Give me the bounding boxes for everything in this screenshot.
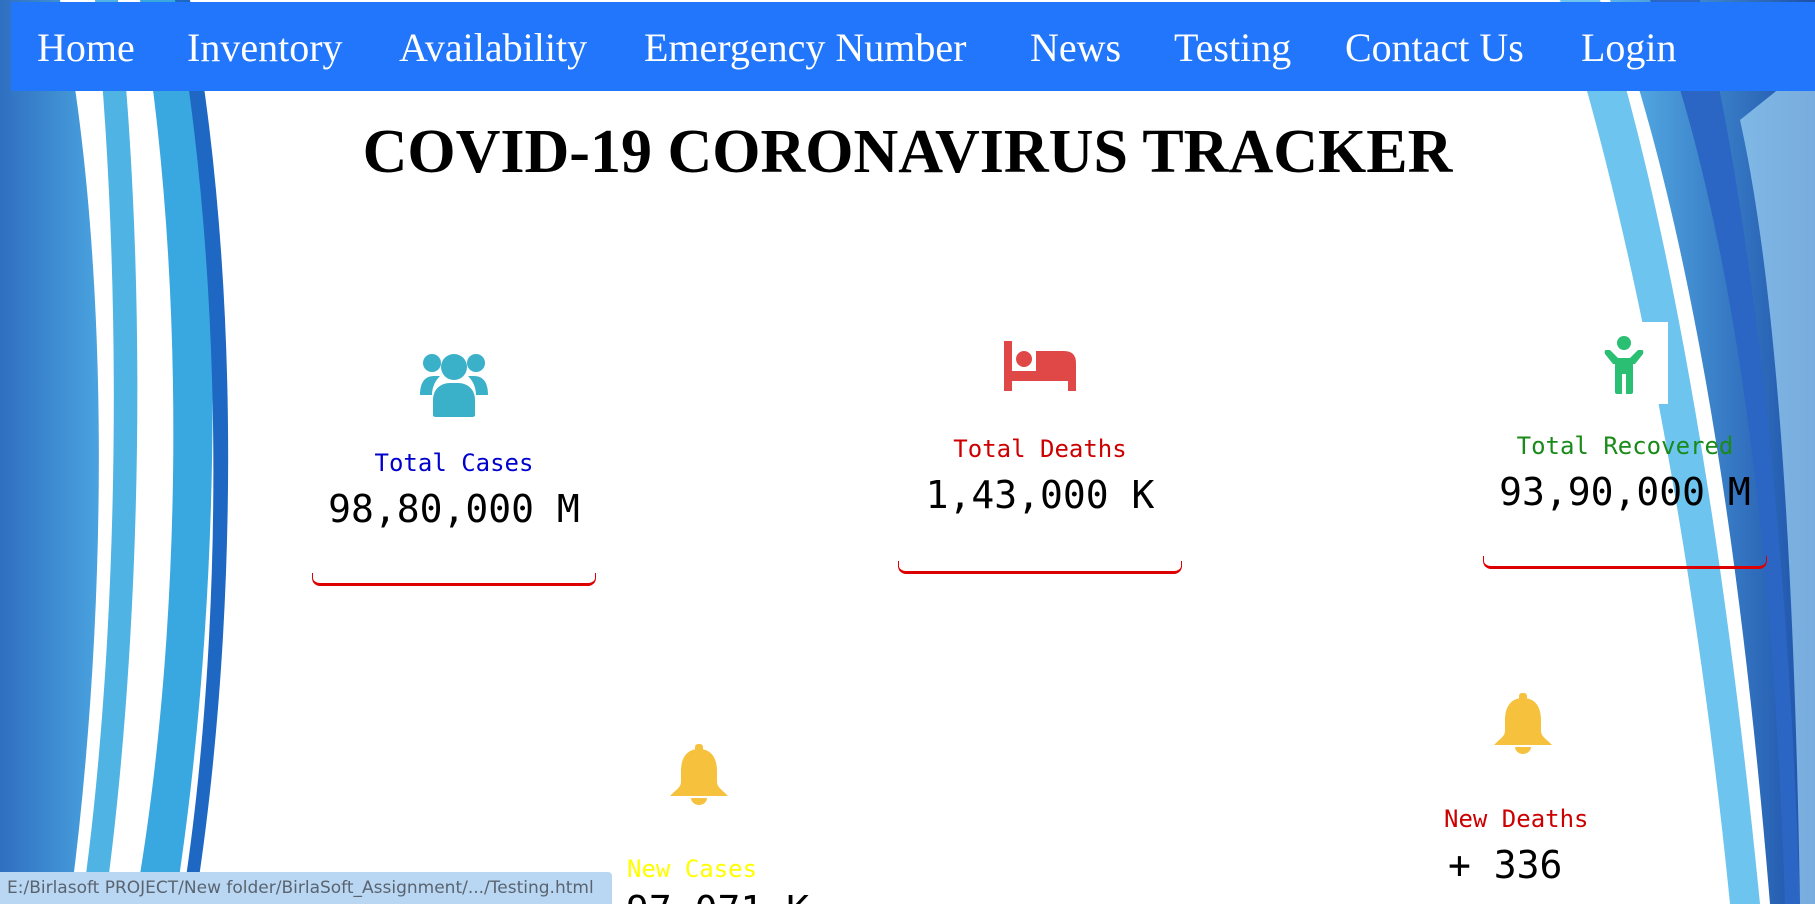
total-deaths-label: Total Deaths bbox=[953, 435, 1127, 463]
new-cases-label: New Cases bbox=[627, 855, 758, 883]
total-recovered-underline bbox=[1483, 556, 1767, 569]
nav-availability-link[interactable]: Availability bbox=[399, 24, 587, 72]
new-deaths-label: New Deaths bbox=[1444, 805, 1589, 833]
total-deaths-card: Total Deaths 1,43,000 K bbox=[898, 335, 1182, 575]
nav-inventory-link[interactable]: Inventory bbox=[187, 24, 343, 72]
nav-home-link[interactable]: Home bbox=[37, 24, 135, 72]
total-cases-underline bbox=[312, 573, 596, 586]
bell-icon bbox=[670, 744, 728, 805]
bed-icon bbox=[1004, 341, 1076, 391]
nav-contact-us-link[interactable]: Contact Us bbox=[1345, 24, 1524, 72]
nav-login-link[interactable]: Login bbox=[1581, 24, 1677, 72]
nav-emergency-number-link[interactable]: Emergency Number bbox=[644, 24, 966, 72]
total-recovered-label: Total Recovered bbox=[1516, 432, 1734, 460]
total-deaths-value: 1,43,000 K bbox=[925, 473, 1155, 517]
nav-testing-link[interactable]: Testing bbox=[1174, 24, 1291, 72]
total-recovered-card: Total Recovered 93,90,000 M bbox=[1483, 322, 1767, 572]
total-cases-value: 98,80,000 M bbox=[328, 487, 580, 531]
nav-news-link[interactable]: News bbox=[1030, 24, 1121, 72]
status-bar-url: E:/Birlasoft PROJECT/New folder/BirlaSof… bbox=[0, 872, 612, 904]
new-deaths-value: + 336 bbox=[1448, 843, 1563, 887]
total-deaths-underline bbox=[898, 561, 1182, 574]
total-cases-label: Total Cases bbox=[374, 449, 534, 477]
top-navbar: Home Inventory Availability Emergency Nu… bbox=[11, 2, 1815, 91]
page-title: COVID-19 CORONAVIRUS TRACKER bbox=[362, 118, 1453, 186]
total-cases-card: Total Cases 98,80,000 M bbox=[312, 335, 596, 586]
bell-icon bbox=[1494, 693, 1552, 754]
new-cases-value: 97,071 K bbox=[626, 888, 809, 904]
users-icon bbox=[420, 354, 488, 417]
person-icon bbox=[1604, 336, 1644, 394]
total-recovered-value: 93,90,000 M bbox=[1499, 470, 1751, 514]
